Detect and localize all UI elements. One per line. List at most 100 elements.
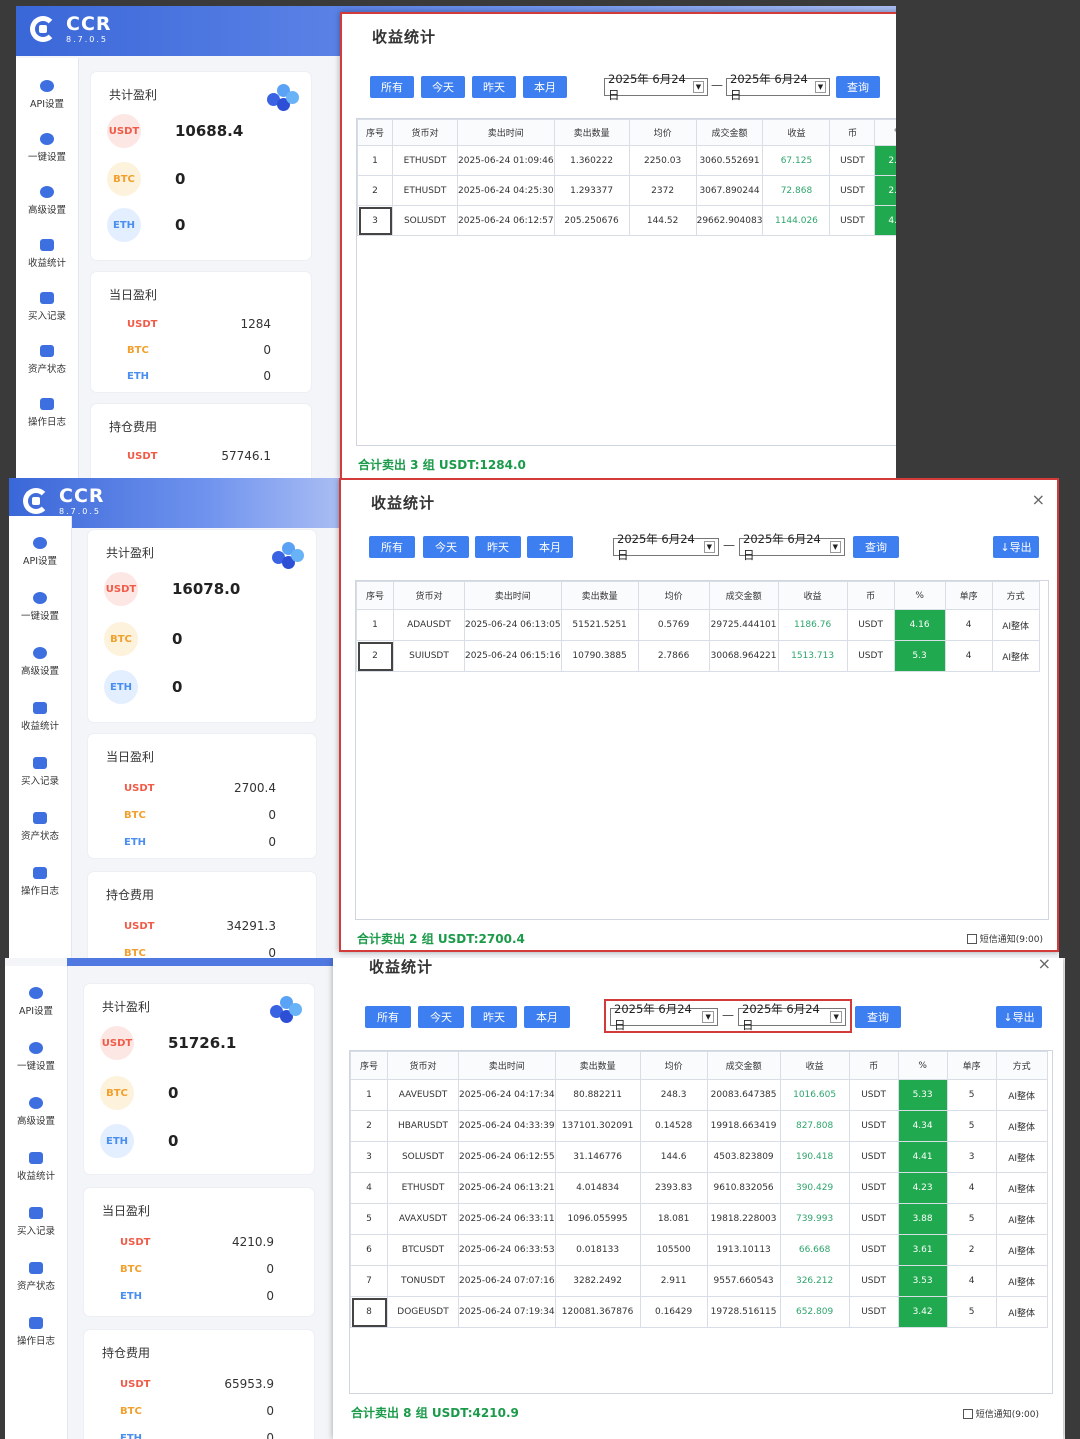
column-header[interactable]: 方式	[991, 581, 1040, 610]
column-header[interactable]: 均价	[628, 119, 697, 146]
date-to-picker[interactable]: 2025年 6月24日 ▼	[738, 1002, 846, 1032]
filter-yesterday-button[interactable]: 昨天	[472, 76, 516, 98]
nav-asset-status[interactable]: 资产状态	[16, 333, 78, 386]
sms-notice-checkbox[interactable]	[966, 933, 977, 944]
column-header[interactable]: 均价	[637, 581, 710, 610]
column-header[interactable]: 卖出时间	[464, 581, 562, 610]
column-header[interactable]: 货币对	[393, 581, 465, 610]
date-from-picker[interactable]: 2025年 6月24日 ▼	[604, 72, 708, 102]
column-header[interactable]: 卖出时间	[457, 119, 555, 146]
table-row[interactable]: 8 DOGEUSDT 2025-06-24 07:19:34 120081.36787…	[350, 1296, 1048, 1328]
column-header[interactable]: 卖出数量	[553, 119, 630, 146]
nav-buy-records[interactable]: 买入记录	[16, 280, 78, 333]
table-row[interactable]: 1 AAVEUSDT 2025-06-24 04:17:34 80.882211 248…	[350, 1079, 1048, 1111]
column-header[interactable]: 收益	[779, 1051, 850, 1080]
table-row[interactable]: 1 ETHUSDT 2025-06-24 01:09:46 1.360222 2250.…	[357, 145, 896, 176]
table-row[interactable]: 6 BTCUSDT 2025-06-24 06:33:53 0.018133 10550…	[350, 1234, 1048, 1266]
column-header[interactable]: 序号	[357, 119, 393, 146]
nav-quick-settings[interactable]: 一键设置	[9, 579, 71, 634]
nav-quick-settings[interactable]: 一键设置	[5, 1029, 67, 1084]
column-header[interactable]: 成交金额	[695, 119, 764, 146]
export-button[interactable]: ↓导出	[993, 536, 1039, 558]
cart-icon	[40, 291, 54, 304]
chevron-down-icon: ▼	[830, 1011, 842, 1023]
nav-advanced-settings[interactable]: 高级设置	[9, 634, 71, 689]
filter-today-button[interactable]: 今天	[423, 536, 469, 558]
nav-api-settings[interactable]: API设置	[9, 524, 71, 579]
nav-advanced-settings[interactable]: 高级设置	[16, 174, 78, 227]
filter-today-button[interactable]: 今天	[421, 76, 465, 98]
nav-quick-settings[interactable]: 一键设置	[16, 121, 78, 174]
column-header[interactable]: 成交金额	[708, 581, 779, 610]
date-from-picker[interactable]: 2025年 6月24日 ▼	[610, 1002, 718, 1032]
column-header[interactable]: 币	[848, 1051, 899, 1080]
nav-buy-records[interactable]: 买入记录	[5, 1194, 67, 1249]
filter-month-button[interactable]: 本月	[524, 1006, 570, 1028]
filter-all-button[interactable]: 所有	[370, 76, 414, 98]
filter-month-button[interactable]: 本月	[523, 76, 567, 98]
fee-usdt-label: USDT	[124, 920, 155, 932]
column-header[interactable]: 币	[829, 119, 876, 146]
nav-api-settings[interactable]: API设置	[5, 974, 67, 1029]
filter-month-button[interactable]: 本月	[527, 536, 573, 558]
table-cell: 3.42	[897, 1296, 948, 1328]
nav-operation-log[interactable]: 操作日志	[5, 1304, 67, 1359]
table-row[interactable]: 2 HBARUSDT 2025-06-24 04:33:39 137101.30209…	[350, 1110, 1048, 1142]
column-header[interactable]: 收益	[762, 119, 831, 146]
filter-all-button[interactable]: 所有	[365, 1006, 411, 1028]
column-header[interactable]: %	[897, 1051, 948, 1080]
column-header[interactable]: 货币对	[387, 1051, 459, 1080]
query-button[interactable]: 查询	[836, 76, 880, 98]
nav-asset-status[interactable]: 资产状态	[9, 799, 71, 854]
filter-yesterday-button[interactable]: 昨天	[475, 536, 521, 558]
nav-operation-log[interactable]: 操作日志	[9, 854, 71, 909]
column-header[interactable]: 均价	[639, 1051, 708, 1080]
sms-notice[interactable]: 短信通知(9:00)	[962, 1407, 1039, 1420]
nav-buy-records[interactable]: 买入记录	[9, 744, 71, 799]
column-header[interactable]: 货币对	[392, 119, 458, 146]
column-header[interactable]: 收益	[777, 581, 848, 610]
filter-today-button[interactable]: 今天	[418, 1006, 464, 1028]
nav-profit-stats[interactable]: 收益统计	[16, 227, 78, 280]
query-button[interactable]: 查询	[853, 536, 899, 558]
table-row[interactable]: 7 TONUSDT 2025-06-24 07:07:16 3282.2492 2.91…	[350, 1265, 1048, 1297]
filter-all-button[interactable]: 所有	[369, 536, 415, 558]
date-from-picker[interactable]: 2025年 6月24日 ▼	[613, 532, 719, 562]
nav-profit-stats[interactable]: 收益统计	[5, 1139, 67, 1194]
sms-notice-checkbox[interactable]	[962, 1408, 973, 1419]
nav-operation-log[interactable]: 操作日志	[16, 386, 78, 439]
date-to-picker[interactable]: 2025年 6月24日 ▼	[739, 532, 845, 562]
table-row[interactable]: 5 AVAXUSDT 2025-06-24 06:33:11 1096.055995 1…	[350, 1203, 1048, 1235]
nav-advanced-settings[interactable]: 高级设置	[5, 1084, 67, 1139]
column-header[interactable]: 方式	[995, 1051, 1048, 1080]
table-row[interactable]: 3 SOLUSDT 2025-06-24 06:12:55 31.146776 144.…	[350, 1141, 1048, 1173]
column-header[interactable]: %	[874, 119, 896, 146]
column-header[interactable]: 单序	[946, 1051, 997, 1080]
export-button[interactable]: ↓导出	[996, 1006, 1042, 1028]
nav-asset-status[interactable]: 资产状态	[5, 1249, 67, 1304]
table-cell: 4	[946, 1172, 997, 1204]
column-header[interactable]: 币	[846, 581, 895, 610]
table-row[interactable]: 2 SUIUSDT 2025-06-24 06:15:16 10790.3885 2.7…	[356, 640, 1040, 672]
date-to-picker[interactable]: 2025年 6月24日 ▼	[726, 72, 830, 102]
column-header[interactable]: %	[893, 581, 946, 610]
nav-api-settings[interactable]: API设置	[16, 68, 78, 121]
table-row[interactable]: 4 ETHUSDT 2025-06-24 06:13:21 4.014834 2393.…	[350, 1172, 1048, 1204]
column-header[interactable]: 成交金额	[706, 1051, 781, 1080]
filter-yesterday-button[interactable]: 昨天	[471, 1006, 517, 1028]
column-header[interactable]: 序号	[356, 581, 394, 610]
query-button[interactable]: 查询	[855, 1006, 901, 1028]
column-header[interactable]: 卖出数量	[554, 1051, 641, 1080]
column-header[interactable]: 序号	[350, 1051, 388, 1080]
close-icon[interactable]: ×	[1032, 490, 1045, 509]
column-header[interactable]: 卖出数量	[560, 581, 639, 610]
column-header[interactable]: 单序	[944, 581, 993, 610]
nav-profit-stats[interactable]: 收益统计	[9, 689, 71, 744]
table-row[interactable]: 3 SOLUSDT 2025-06-24 06:12:57 205.250676 144…	[357, 205, 896, 236]
close-icon[interactable]: ×	[1038, 958, 1051, 973]
table-row[interactable]: 2 ETHUSDT 2025-06-24 04:25:30 1.293377 2372 3…	[357, 175, 896, 206]
screenshot-3: API设置 一键设置 高级设置 收益统计 买入记录 资产状态 操作日志 共计盈利…	[5, 958, 1065, 1439]
table-row[interactable]: 1 ADAUSDT 2025-06-24 06:13:05 51521.5251 0.5…	[356, 609, 1040, 641]
sms-notice[interactable]: 短信通知(9:00)	[966, 932, 1043, 945]
column-header[interactable]: 卖出时间	[458, 1051, 556, 1080]
